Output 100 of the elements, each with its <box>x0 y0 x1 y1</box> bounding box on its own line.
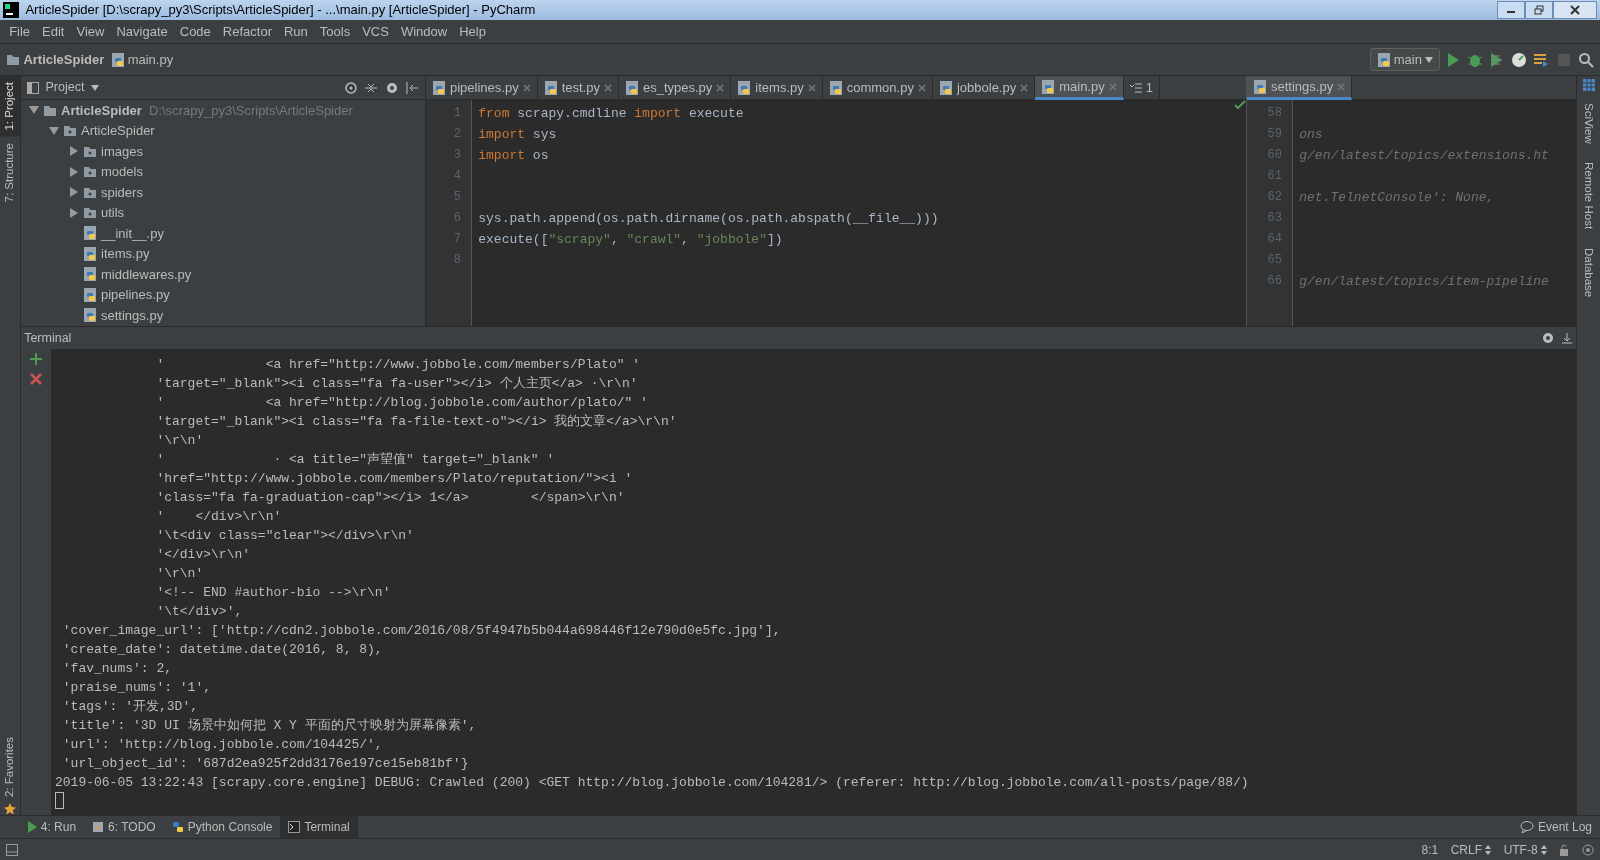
terminal-line: 'cover_image_url': ['http://cdn2.jobbole.com/2016/08/5f4947b5b044a698446f12e790d0e5fc.jpg'], <box>61 622 782 640</box>
python-file-icon <box>543 80 558 96</box>
tree-item[interactable]: utils <box>21 202 425 223</box>
pin-icon[interactable] <box>404 80 419 95</box>
editor-tab[interactable]: settings.py <box>1247 76 1353 100</box>
breadcrumb[interactable]: ArticleSpider <box>6 49 105 70</box>
lock-icon[interactable] <box>1559 843 1570 856</box>
close-icon[interactable] <box>917 84 926 92</box>
close-button[interactable] <box>1552 1 1597 19</box>
python-file-icon <box>624 80 639 96</box>
target-icon[interactable] <box>344 80 358 95</box>
event-log-button[interactable]: Event Log <box>1511 816 1600 838</box>
python-file-icon <box>83 286 97 303</box>
star-icon <box>4 803 16 815</box>
settings-icon[interactable] <box>1540 331 1555 345</box>
encoding-selector[interactable]: UTF-8 <box>1503 840 1547 859</box>
inspector-icon[interactable] <box>1581 843 1594 856</box>
tool-window-tab[interactable]: 4: Run <box>18 816 85 838</box>
code-line: sys.path.append(os.path.dirname(os.path.abspath(__file__))) <box>478 210 940 229</box>
terminal-line: ' </div>\r\n' <box>155 508 283 526</box>
tree-item[interactable]: settings.py <box>21 305 425 326</box>
menu-item[interactable]: Edit <box>36 21 71 42</box>
minimize-button[interactable] <box>1496 1 1525 19</box>
tree-item[interactable]: images <box>21 141 425 162</box>
close-icon[interactable] <box>29 372 43 387</box>
panel-toggle-icon[interactable] <box>6 843 19 856</box>
tree-item[interactable]: __init__.py <box>21 223 425 244</box>
close-icon[interactable] <box>716 84 725 92</box>
tree-item[interactable]: middlewares.py <box>21 264 425 285</box>
terminal-line: ' <a href="http://www.jobbole.com/members/Plato" ' <box>155 356 642 374</box>
close-icon[interactable] <box>1108 82 1117 91</box>
menu-item[interactable]: VCS <box>356 21 395 42</box>
tree-item[interactable]: models <box>21 161 425 182</box>
python-file-icon <box>737 80 752 96</box>
gauge-icon[interactable] <box>1511 51 1527 68</box>
menu-item[interactable]: Refactor <box>216 21 278 42</box>
menu-item[interactable]: Help <box>453 21 492 42</box>
cursor-position[interactable]: 8:1 <box>1421 840 1439 859</box>
close-icon[interactable] <box>522 84 531 92</box>
tool-window-tab[interactable]: 7: Structure <box>0 136 21 209</box>
package-folder-icon <box>63 124 77 138</box>
app-logo-icon <box>3 2 20 18</box>
tree-item[interactable]: ArticleSpider <box>21 120 425 141</box>
terminal-line: ' · <a title="声望值" target="_blank" ' <box>155 451 556 469</box>
menu-item[interactable]: Code <box>173 21 217 42</box>
tool-window-tab[interactable]: SciView <box>1577 97 1600 151</box>
terminal-line: 'href="http://www.jobbole.com/members/Plato/reputation/"><i ' <box>155 470 634 488</box>
restore-button[interactable] <box>1524 1 1553 19</box>
terminal-icon <box>288 821 301 833</box>
terminal-line: ' <a href="http://blog.jobbole.com/author/plato/" ' <box>155 394 649 412</box>
line-separator-selector[interactable]: CRLF <box>1450 840 1492 859</box>
tool-window-tab[interactable]: 6: TODO <box>84 816 164 838</box>
folder-icon <box>43 103 57 117</box>
tree-item[interactable]: pipelines.py <box>21 284 425 305</box>
panel-title: Terminal <box>24 329 72 347</box>
tool-window-tab[interactable]: Terminal <box>280 816 358 838</box>
terminal-line: 'create_date': datetime.date(2016, 8, 8), <box>61 641 384 659</box>
tool-window-tab[interactable]: Database <box>1577 241 1600 303</box>
python-file-icon <box>432 80 446 96</box>
menu-item[interactable]: View <box>70 21 111 42</box>
menu-item[interactable]: Run <box>277 21 314 42</box>
coverage-run-icon[interactable] <box>1488 51 1505 68</box>
terminal-line: 'title': '3D UI 场景中如何把 X Y 平面的尺寸映射为屏幕像素', <box>61 717 478 735</box>
close-icon <box>1569 5 1580 15</box>
run-config-dropdown[interactable]: main <box>1369 47 1440 72</box>
package-folder-icon <box>83 144 97 158</box>
python-file-icon <box>1041 78 1056 95</box>
tool-window-tab[interactable]: Remote Host <box>1577 156 1600 236</box>
tool-window-tab[interactable]: Python Console <box>163 816 281 838</box>
settings-icon[interactable] <box>384 80 399 95</box>
tree-item[interactable]: items.py <box>21 243 425 264</box>
close-icon[interactable] <box>1337 82 1346 91</box>
grid-icon <box>1582 79 1595 92</box>
folder-icon <box>6 53 21 66</box>
tree-item[interactable]: ArticleSpider D:\scrapy_py3\Scripts\ArticleSpider <box>21 100 425 121</box>
run-icon <box>26 821 37 833</box>
tree-item[interactable]: spiders <box>21 182 425 203</box>
list-icon <box>1129 83 1142 93</box>
menu-item[interactable]: Window <box>394 21 454 42</box>
run-icon[interactable] <box>1446 51 1461 68</box>
caret-icon <box>90 84 99 91</box>
python-file-icon <box>938 80 953 96</box>
project-view-dropdown[interactable]: Project <box>27 78 99 97</box>
menu-item[interactable]: Tools <box>313 21 357 42</box>
tool-window-tab[interactable]: 1: Project <box>0 76 21 137</box>
editor-tab[interactable]: main.py <box>1035 76 1124 100</box>
breadcrumb[interactable]: main.py <box>110 49 174 70</box>
path-hint: D:\scrapy_py3\Scripts\ArticleSpider <box>149 101 353 120</box>
plus-icon[interactable] <box>29 352 43 367</box>
search-icon[interactable] <box>1577 51 1594 68</box>
hide-icon[interactable] <box>1560 332 1573 344</box>
tool-window-tab[interactable]: 2: Favorites <box>0 730 21 803</box>
window-icon <box>27 81 40 94</box>
menu-item[interactable]: Navigate <box>110 21 174 42</box>
menu-item[interactable]: File <box>3 21 37 42</box>
close-icon[interactable] <box>603 84 612 92</box>
list-run-icon[interactable] <box>1533 51 1550 68</box>
close-icon[interactable] <box>1020 84 1029 92</box>
python-file-icon <box>828 80 843 96</box>
close-icon[interactable] <box>807 84 816 92</box>
